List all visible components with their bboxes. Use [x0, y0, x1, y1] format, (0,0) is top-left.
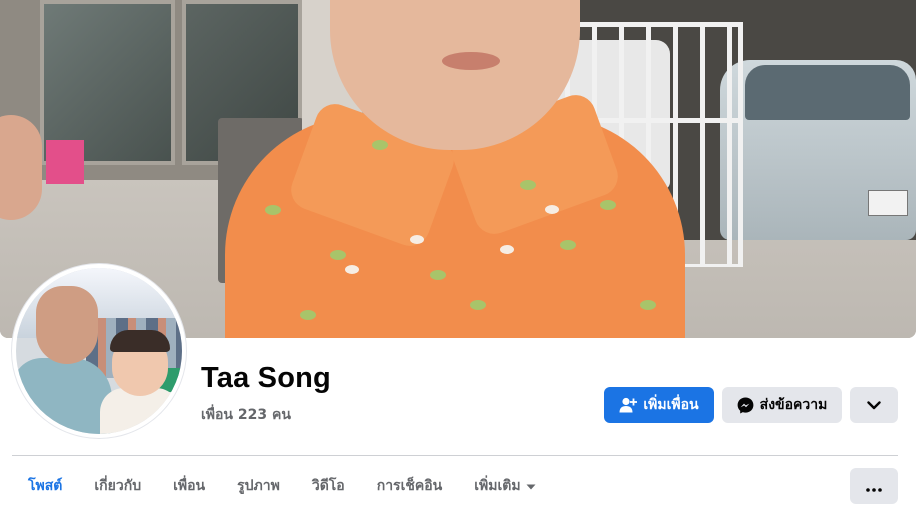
messenger-icon [737, 397, 754, 414]
tab-photos[interactable]: รูปภาพ [221, 466, 296, 506]
tab-more[interactable]: เพิ่มเติม [458, 466, 551, 506]
tabs-overflow-button[interactable] [850, 468, 898, 504]
profile-name: Taa Song [201, 362, 331, 394]
profile-avatar[interactable] [12, 264, 186, 438]
tab-label: การเช็คอิน [376, 478, 443, 494]
friends-count[interactable]: เพื่อน 223 คน [201, 404, 291, 426]
tab-label: เพิ่มเติม [474, 478, 521, 494]
caret-down-icon [526, 478, 536, 494]
tab-label: รูปภาพ [237, 478, 280, 494]
tab-videos[interactable]: วิดีโอ [296, 466, 361, 506]
tab-checkins[interactable]: การเช็คอิน [361, 466, 459, 506]
tab-label: โพสต์ [28, 478, 63, 494]
header-divider [12, 455, 898, 456]
tab-friends[interactable]: เพื่อน [157, 466, 221, 506]
message-button[interactable]: ส่งข้อความ [722, 387, 842, 423]
add-friend-label: เพิ่มเพื่อน [643, 397, 699, 413]
profile-tabs: โพสต์ เกี่ยวกับ เพื่อน รูปภาพ วิดีโอ การ… [12, 466, 552, 506]
person-plus-icon [619, 397, 638, 413]
tab-about[interactable]: เกี่ยวกับ [78, 466, 157, 506]
tab-label: เพื่อน [173, 478, 206, 494]
add-friend-button[interactable]: เพิ่มเพื่อน [604, 387, 714, 423]
profile-options-button[interactable] [850, 387, 898, 423]
ellipsis-icon [866, 477, 882, 496]
tab-posts[interactable]: โพสต์ [12, 466, 78, 506]
chevron-down-icon [867, 400, 881, 410]
tab-label: วิดีโอ [311, 478, 345, 494]
message-label: ส่งข้อความ [759, 397, 828, 413]
tab-label: เกี่ยวกับ [94, 478, 142, 494]
